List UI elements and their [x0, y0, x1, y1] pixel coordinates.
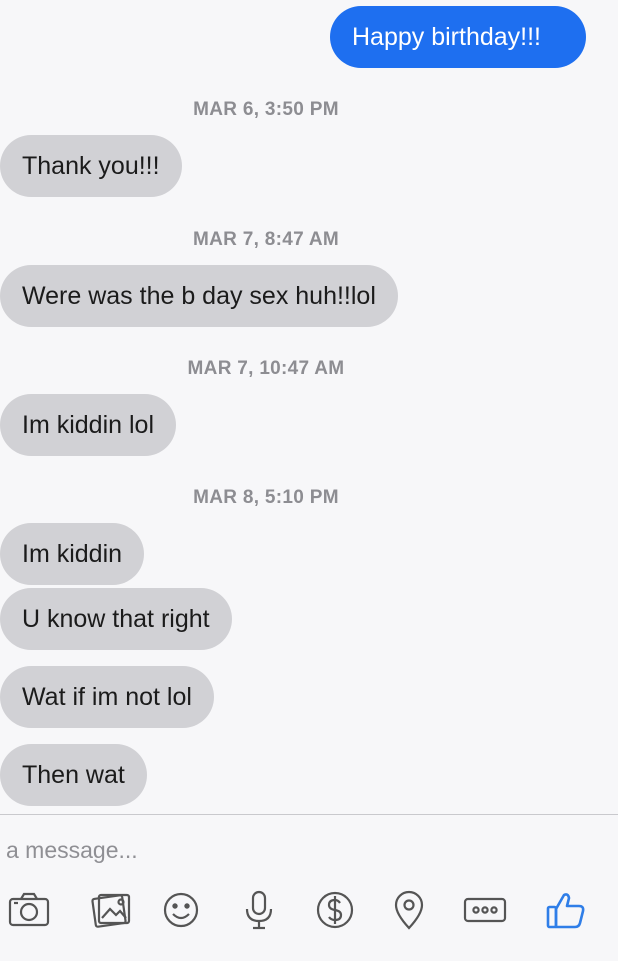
camera-icon[interactable]	[6, 887, 52, 933]
message-bubble-incoming[interactable]: Im kiddin	[0, 523, 145, 585]
message-thread: Happy birthday!!! MAR 6, 3:50 PM Thank y…	[0, 0, 618, 814]
message-bubble-incoming[interactable]: Wat if im not lol	[0, 666, 214, 728]
emoji-icon[interactable]	[158, 887, 204, 933]
message-bubble-incoming[interactable]: Thank you!!!	[0, 135, 182, 197]
microphone-icon[interactable]	[236, 887, 282, 933]
message-bubble-incoming[interactable]: Were was the b day sex huh!!lol	[0, 265, 398, 327]
message-timestamp: MAR 6, 3:50 PM	[193, 99, 339, 120]
message-bubble-incoming[interactable]: U know that right	[0, 588, 232, 650]
message-timestamp: MAR 8, 5:10 PM	[193, 487, 339, 508]
location-icon[interactable]	[386, 887, 432, 933]
message-composer: a message...	[0, 814, 618, 961]
message-timestamp: MAR 7, 10:47 AM	[187, 358, 345, 379]
more-icon[interactable]	[462, 887, 508, 933]
message-bubble-outgoing[interactable]: Happy birthday!!!	[330, 6, 586, 68]
like-icon[interactable]	[544, 887, 590, 933]
message-bubble-incoming[interactable]: Then wat	[0, 744, 147, 806]
photo-gallery-icon[interactable]	[88, 887, 134, 933]
payment-icon[interactable]	[312, 887, 358, 933]
message-timestamp: MAR 7, 8:47 AM	[192, 229, 340, 250]
message-input[interactable]: a message...	[6, 837, 138, 864]
message-bubble-incoming[interactable]: Im kiddin lol	[0, 394, 176, 456]
